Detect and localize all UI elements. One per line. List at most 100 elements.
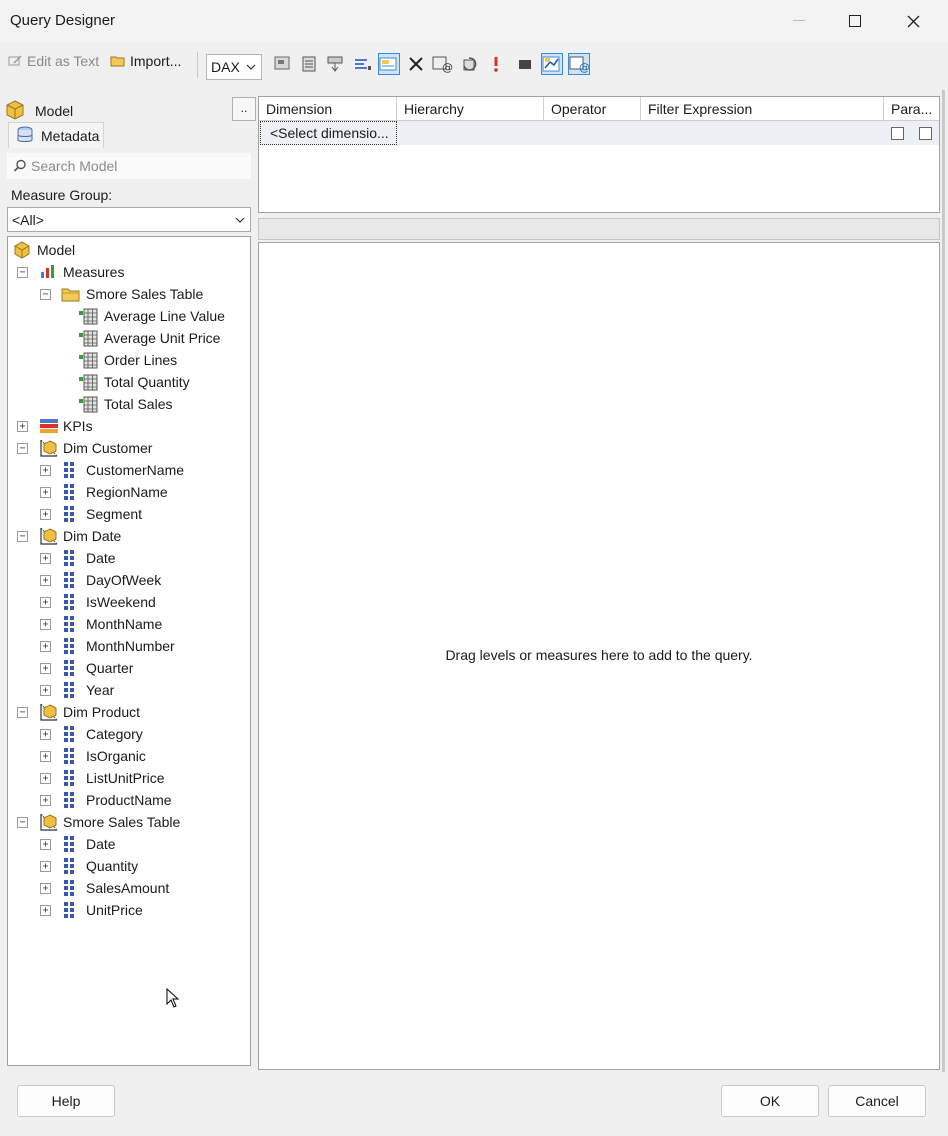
delete-icon[interactable] <box>405 53 427 75</box>
tree-node[interactable]: + KPIs <box>17 415 93 437</box>
collapse-icon[interactable]: − <box>40 288 51 300</box>
expand-icon[interactable]: + <box>17 420 28 432</box>
help-button[interactable]: Help <box>17 1085 115 1117</box>
tree-node[interactable]: Order Lines <box>79 349 177 371</box>
tree-node-label: Category <box>86 726 143 742</box>
metadata-tree[interactable]: Model − Measures − Smore Sales Table Average … <box>7 236 251 1066</box>
expand-icon[interactable]: + <box>40 904 51 916</box>
tab-metadata[interactable]: Metadata <box>8 122 104 148</box>
tree-node[interactable]: + IsOrganic <box>40 745 146 767</box>
column-header-parameters[interactable]: Para... <box>884 97 939 121</box>
query-parameters-active-icon[interactable]: @ <box>568 53 590 75</box>
measure-group-select[interactable]: <All> <box>7 207 251 232</box>
tree-node[interactable]: − Smore Sales Table <box>40 283 203 305</box>
tree-node[interactable]: − Dim Date <box>17 525 121 547</box>
results-pane[interactable]: Drag levels or measures here to add to t… <box>258 242 940 1070</box>
tree-node[interactable]: + Segment <box>40 503 142 525</box>
design-mode-icon[interactable] <box>514 53 536 75</box>
expand-icon[interactable]: + <box>40 464 51 476</box>
drag-hint: Drag levels or measures here to add to t… <box>445 647 753 663</box>
column-header-filter-expression[interactable]: Filter Expression <box>641 97 884 121</box>
expand-icon[interactable]: + <box>40 508 51 520</box>
expand-icon[interactable]: + <box>40 596 51 608</box>
collapse-icon[interactable]: − <box>17 706 28 718</box>
tree-node[interactable]: + Category <box>40 723 143 745</box>
cancel-button[interactable]: Cancel <box>828 1085 926 1117</box>
expand-icon[interactable]: + <box>40 662 51 674</box>
column-header-hierarchy[interactable]: Hierarchy <box>397 97 544 121</box>
collapse-icon[interactable]: − <box>17 816 28 828</box>
tree-node-label: RegionName <box>86 484 168 500</box>
filter-grid[interactable]: Dimension Hierarchy Operator Filter Expr… <box>258 96 940 213</box>
show-empty-cells-icon[interactable] <box>272 53 294 75</box>
select-dimension-cell[interactable]: <Select dimensio... <box>260 121 397 145</box>
tree-node[interactable]: + Year <box>40 679 114 701</box>
add-dimension-icon[interactable] <box>324 53 346 75</box>
collapse-icon[interactable]: − <box>17 442 28 454</box>
tree-node[interactable]: + IsWeekend <box>40 591 156 613</box>
parameter-checkbox[interactable] <box>891 127 904 140</box>
tree-node[interactable]: + MonthName <box>40 613 162 635</box>
edit-as-text-button[interactable]: Edit as Text <box>8 50 99 72</box>
auto-execute-icon[interactable] <box>378 53 400 75</box>
maximize-button[interactable] <box>826 0 884 42</box>
expand-icon[interactable]: + <box>40 618 51 630</box>
tree-node[interactable]: Total Quantity <box>79 371 190 393</box>
expand-icon[interactable]: + <box>40 486 51 498</box>
expand-icon[interactable]: + <box>40 794 51 806</box>
refresh-icon[interactable] <box>460 53 482 75</box>
tree-node[interactable]: + ListUnitPrice <box>40 767 165 789</box>
tree-node[interactable]: Total Sales <box>79 393 172 415</box>
tree-node[interactable]: + Quarter <box>40 657 133 679</box>
tree-node[interactable]: + RegionName <box>40 481 168 503</box>
parameters-icon[interactable] <box>352 53 374 75</box>
parameter-checkbox-2[interactable] <box>919 127 932 140</box>
tree-node[interactable]: Average Unit Price <box>79 327 220 349</box>
model-selector[interactable]: Model .. <box>4 96 256 122</box>
close-button[interactable] <box>884 0 942 42</box>
expand-icon[interactable]: + <box>40 750 51 762</box>
tree-node[interactable]: + CustomerName <box>40 459 184 481</box>
tree-node[interactable]: + UnitPrice <box>40 899 143 921</box>
tree-node[interactable]: Average Line Value <box>79 305 225 327</box>
search-input[interactable]: Search Model <box>7 153 251 179</box>
expand-icon[interactable]: + <box>40 640 51 652</box>
tree-node[interactable]: + SalesAmount <box>40 877 169 899</box>
calculated-member-icon[interactable] <box>298 53 320 75</box>
ok-button[interactable]: OK <box>721 1085 819 1117</box>
tree-node-label: Year <box>86 682 115 698</box>
column-header-dimension[interactable]: Dimension <box>259 97 397 121</box>
expand-icon[interactable]: + <box>40 882 51 894</box>
expand-icon[interactable]: + <box>40 728 51 740</box>
measure-icon <box>79 394 99 414</box>
tree-node[interactable]: + Date <box>40 833 116 855</box>
tree-node[interactable]: + MonthNumber <box>40 635 175 657</box>
column-header-operator[interactable]: Operator <box>544 97 641 121</box>
collapse-icon[interactable]: − <box>17 530 28 542</box>
tree-node[interactable]: + ProductName <box>40 789 172 811</box>
expand-icon[interactable]: + <box>40 772 51 784</box>
expand-icon[interactable]: + <box>40 684 51 696</box>
tree-node[interactable]: − Dim Customer <box>17 437 152 459</box>
tree-node[interactable]: + Quantity <box>40 855 138 877</box>
tree-node[interactable]: + DayOfWeek <box>40 569 161 591</box>
expand-icon[interactable]: + <box>40 574 51 586</box>
tree-node[interactable]: + Date <box>40 547 116 569</box>
execute-icon[interactable] <box>485 53 507 75</box>
tree-node[interactable]: − Smore Sales Table <box>17 811 180 833</box>
minimize-button[interactable] <box>770 0 828 42</box>
import-button[interactable]: Import... <box>110 50 181 72</box>
tree-node[interactable]: Model <box>12 239 75 261</box>
browse-model-button[interactable]: .. <box>232 97 256 121</box>
pane-splitter[interactable] <box>258 218 940 240</box>
expand-icon[interactable]: + <box>40 838 51 850</box>
tree-node[interactable]: − Measures <box>17 261 124 283</box>
query-parameters-icon[interactable]: @ <box>432 53 454 75</box>
tree-node[interactable]: − Dim Product <box>17 701 140 723</box>
window-scrollbar[interactable] <box>940 90 948 1072</box>
expand-icon[interactable]: + <box>40 552 51 564</box>
collapse-icon[interactable]: − <box>17 266 28 278</box>
show-aggregations-icon[interactable] <box>541 53 563 75</box>
language-select[interactable]: DAX <box>206 54 262 80</box>
expand-icon[interactable]: + <box>40 860 51 872</box>
